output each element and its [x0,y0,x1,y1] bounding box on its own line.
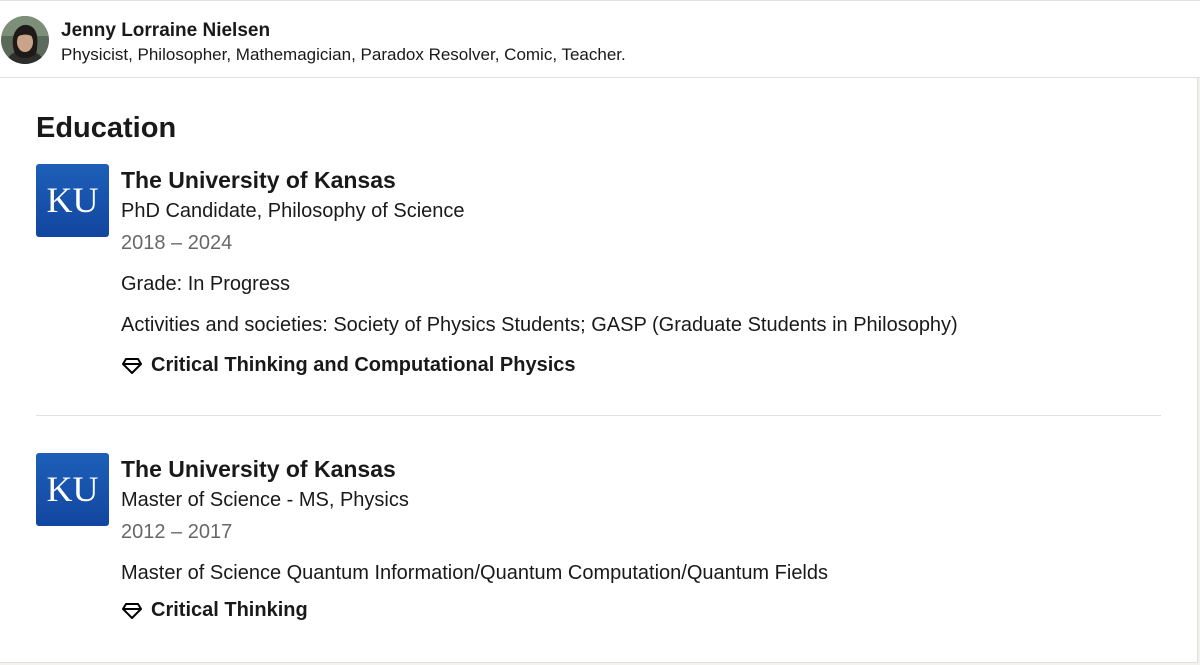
logo-text: KU [47,469,99,509]
school-name[interactable]: The University of Kansas [121,167,396,194]
dates: 2018 – 2024 [121,232,233,254]
degree: PhD Candidate, Philosophy of Science [121,200,465,222]
skill-item[interactable]: Critical Thinking [121,599,308,622]
school-name[interactable]: The University of Kansas [121,456,396,483]
section-title: Education [36,112,177,144]
activities: Activities and societies: Society of Phy… [121,314,958,336]
dates: 2012 – 2017 [121,521,233,543]
logo-text: KU [47,180,99,220]
profile-header: Jenny Lorraine Nielsen Physicist, Philos… [0,0,1200,78]
profile-name[interactable]: Jenny Lorraine Nielsen [61,20,270,42]
grade: Grade: In Progress [121,273,290,295]
education-section: Education KU The University of Kansas Ph… [0,78,1198,663]
degree: Master of Science - MS, Physics [121,489,409,511]
skill-label: Critical Thinking [151,599,308,621]
school-logo[interactable]: KU [36,453,109,526]
divider [36,415,1161,416]
skill-item[interactable]: Critical Thinking and Computational Phys… [121,354,576,377]
ku-logo-icon: KU [47,180,99,220]
profile-headline: Physicist, Philosopher, Mathemagician, P… [61,45,626,64]
diamond-icon [122,357,142,374]
diamond-icon [122,602,142,619]
ku-logo-icon: KU [47,469,99,509]
school-logo[interactable]: KU [36,164,109,237]
avatar[interactable] [1,16,49,64]
description: Master of Science Quantum Information/Qu… [121,562,829,584]
skill-label: Critical Thinking and Computational Phys… [151,354,576,376]
avatar-photo [1,16,49,64]
